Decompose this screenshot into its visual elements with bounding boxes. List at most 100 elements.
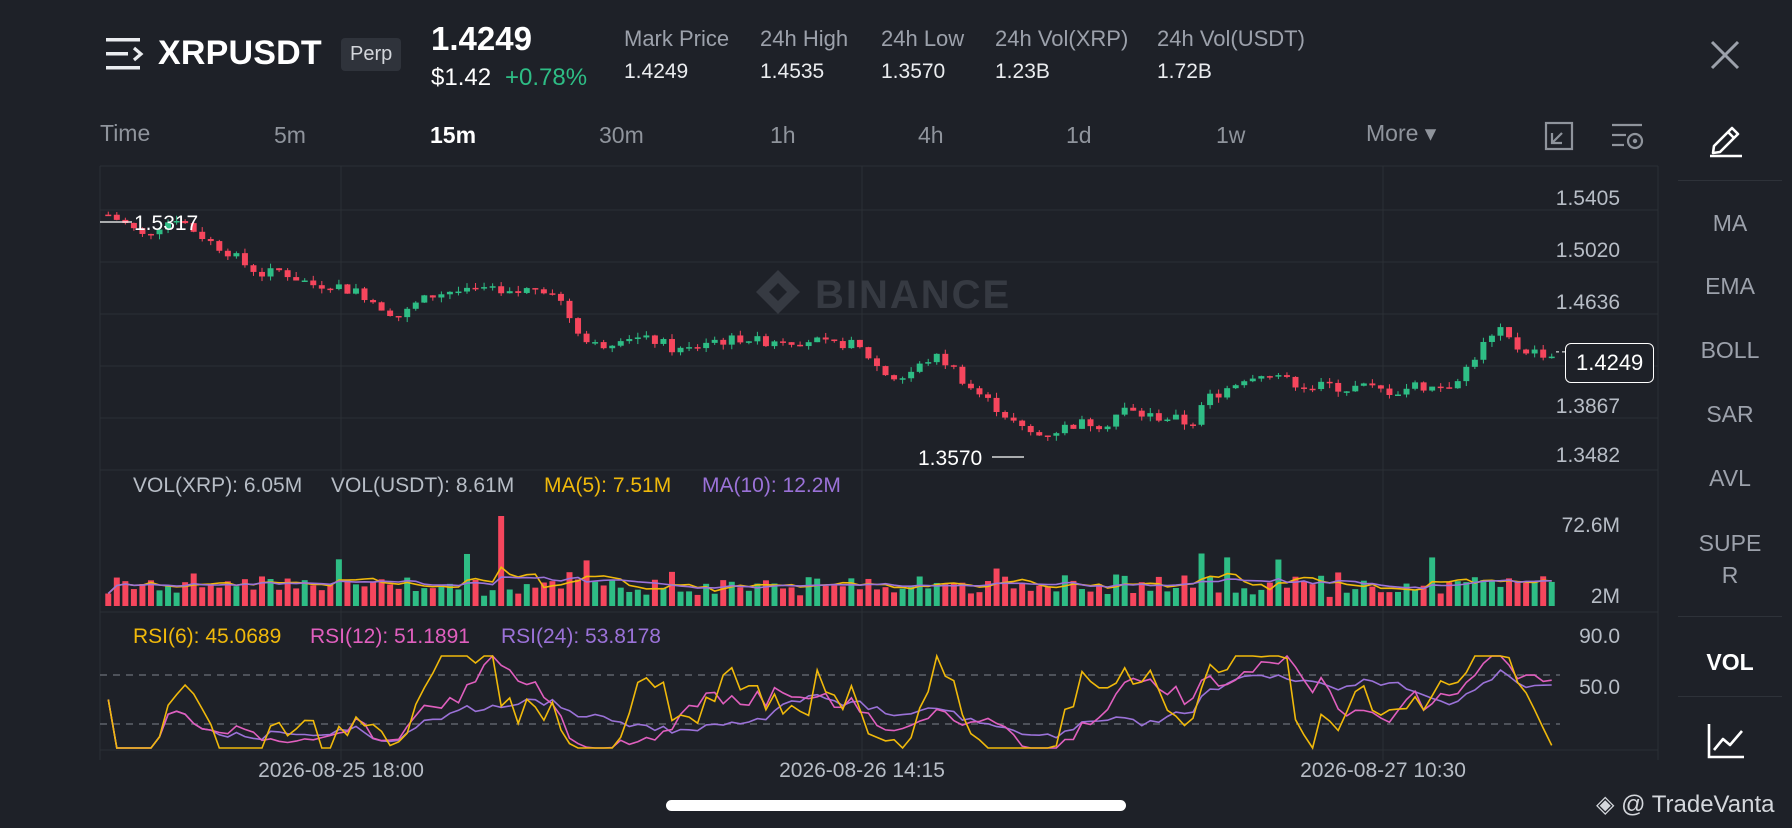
volume-bar [1190,587,1196,606]
candle-body [1471,359,1478,367]
volume-bar [1463,582,1470,606]
volume-bar [1027,590,1034,606]
candle-body [293,277,300,281]
candle-body [600,342,607,349]
binance-logo-icon [756,270,800,314]
volume-bar [1224,557,1231,606]
candle-body [856,339,863,348]
candle-body [745,341,752,343]
candle-body [976,388,983,395]
volume-bar [609,580,616,606]
line-chart-icon[interactable] [1706,722,1746,760]
candle-body [686,347,693,349]
indicator-vol[interactable]: VOL [1680,649,1780,676]
volume-bar [190,573,197,606]
volume-bar [1104,594,1111,606]
candle-body [429,295,436,298]
brand-text: @ TradeVanta [1621,791,1775,818]
candle-body [1283,375,1290,377]
kline-chart[interactable]: BINANCE 1.5405 1.5020 1.4636 1.3867 1.34… [0,0,1792,828]
volume-bar [967,593,974,606]
indicator-super[interactable]: SUPE R [1680,527,1780,591]
volume-bar [1096,584,1103,606]
volume-bar [455,589,462,606]
candle-body [643,335,650,338]
volume-bar [780,588,787,606]
more-timeframes-button[interactable]: More ▾ [1366,120,1436,147]
candle-body [1352,385,1359,392]
tab-4h[interactable]: 4h [918,122,944,149]
candle-body [233,253,240,257]
current-price-tag: 1.4249 [1565,343,1655,383]
volume-bar [421,588,428,606]
volume-bar [1036,585,1043,606]
volume-bar [1412,589,1419,606]
candle-body [1027,426,1034,433]
price-change-percent: +0.78% [505,64,588,91]
indicator-sar[interactable]: SAR [1680,401,1780,428]
candle-body [1266,376,1273,378]
chart-settings-icon[interactable] [1610,120,1644,152]
candle-body [113,214,120,220]
volume-bar [1130,593,1137,606]
brand-label: ◈ @ TradeVanta [1596,790,1774,819]
rsi-tick: 50.0 [1579,676,1620,699]
pencil-icon[interactable] [1706,118,1746,158]
candle-body [1386,388,1393,396]
tab-1h[interactable]: 1h [770,122,796,149]
candle-body [848,339,855,349]
candle-body [959,366,966,384]
volume-bar [293,588,300,606]
indicator-ema[interactable]: EMA [1680,273,1780,300]
volume-bar [711,593,718,606]
indicator-avl[interactable]: AVL [1680,465,1780,492]
candle-body [378,302,385,311]
candle-body [1309,388,1316,391]
tab-time[interactable]: Time [100,120,150,147]
candle-body [1403,388,1410,395]
rsi-lines [107,653,1553,750]
24h-low-label: 24h Low [881,26,965,51]
candle-body [318,285,325,289]
candle-body [694,347,701,349]
volume-bar [1309,584,1316,606]
candle-body [464,287,470,292]
candle-body [241,253,248,266]
volume-bar [916,576,923,606]
volume-bar [1326,596,1333,606]
candle-body [942,353,949,366]
indicator-ma[interactable]: MA [1680,210,1780,237]
candle-body [1224,388,1231,398]
volume-bar [1087,591,1094,606]
candle-body [557,293,564,301]
candle-body [771,341,778,347]
volume-bar [207,584,214,606]
volume-bar [130,589,137,606]
tab-30m[interactable]: 30m [599,122,644,149]
volume-bar [831,585,838,606]
tab-5m[interactable]: 5m [274,122,306,149]
candle-body [1258,376,1265,379]
tab-15m[interactable]: 15m [430,122,476,149]
candle-body [1429,386,1436,391]
volume-bar [822,585,829,606]
indicator-super-line1: SUPE [1698,530,1762,556]
candle-body [575,318,582,334]
candle-body [1377,385,1384,389]
candle-body [327,288,334,291]
candle-body [762,336,769,347]
home-indicator[interactable] [666,800,1126,811]
volume-bar [1061,575,1068,606]
close-icon[interactable] [1708,38,1742,72]
tab-1d[interactable]: 1d [1066,122,1092,149]
candle-body [199,231,206,239]
indicator-boll[interactable]: BOLL [1680,337,1780,364]
symbol-title[interactable]: XRPUSDT [158,34,322,73]
volume-bar [489,590,496,606]
fullscreen-icon[interactable] [1544,120,1574,152]
24h-low-value: 1.3570 [881,60,946,83]
tab-1w[interactable]: 1w [1216,122,1245,149]
usd-price: $1.42 [431,64,492,91]
24h-vol-xrp-label: 24h Vol(XRP) [995,26,1129,51]
menu-icon[interactable] [104,34,146,74]
